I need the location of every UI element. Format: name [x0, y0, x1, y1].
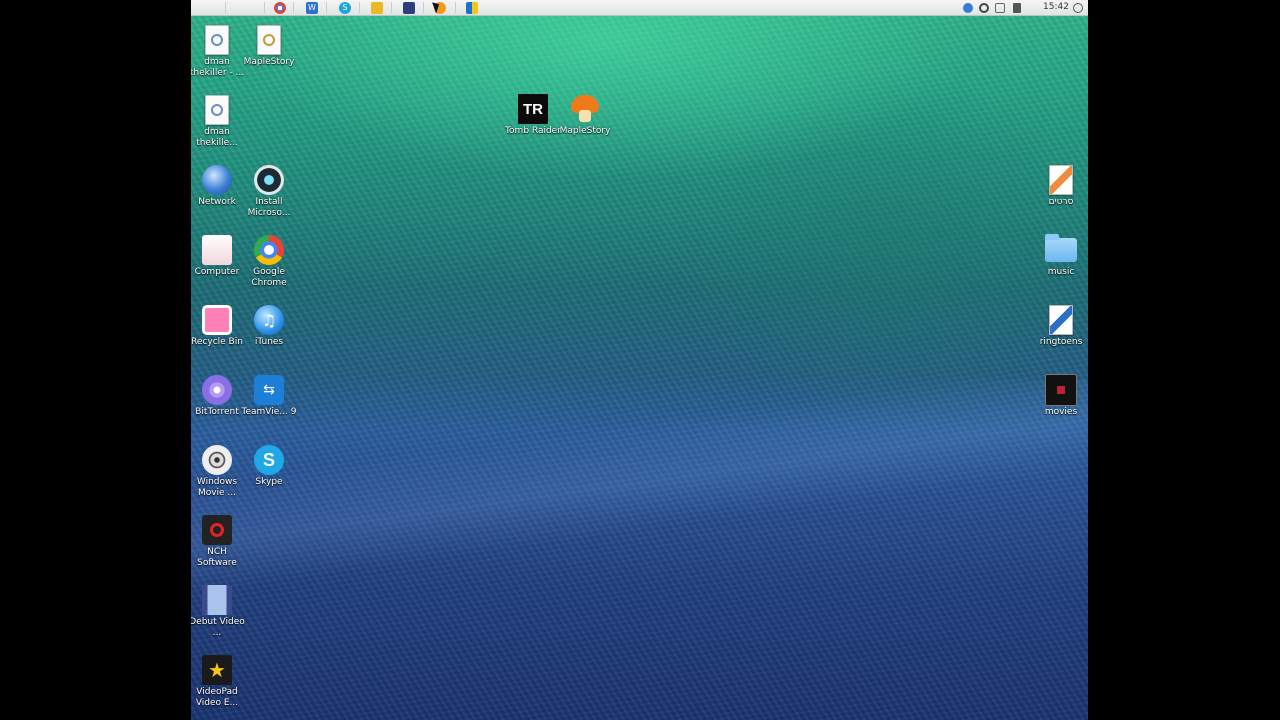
chrome-icon[interactable]	[274, 2, 286, 14]
movie-reel-icon	[202, 445, 232, 475]
desktop-icon[interactable]: Install Microso...	[239, 164, 299, 218]
volume-icon[interactable]	[1013, 3, 1021, 13]
windows-logo-icon[interactable]	[466, 2, 478, 14]
desktop-icon[interactable]: Debut Video ...	[191, 584, 247, 638]
desktop-icon[interactable]: MapleStory	[239, 24, 299, 68]
install-icon	[254, 165, 284, 195]
desktop-icon[interactable]: MapleStory	[555, 93, 615, 137]
menubar-divider	[293, 2, 294, 14]
folder-icon	[1045, 234, 1077, 262]
menubar-clock[interactable]: 15:42	[1043, 2, 1069, 12]
desktop-icon[interactable]: S Skype	[239, 444, 299, 488]
power-icon[interactable]	[1073, 3, 1083, 13]
mushroom-icon	[571, 95, 599, 123]
clock-tray-icon[interactable]	[979, 3, 989, 13]
teamviewer-icon: ⇆	[254, 375, 284, 405]
bittorrent-icon	[202, 375, 232, 405]
network-globe-icon	[202, 165, 232, 195]
document-icon	[205, 95, 229, 125]
computer-icon	[202, 235, 232, 265]
save-icon[interactable]	[403, 2, 415, 14]
desktop-screen: W S 15:42 dman thekiller - ... MapleStor…	[191, 0, 1088, 720]
film-icon	[202, 585, 232, 615]
desktop-icon[interactable]: dman thekille...	[191, 94, 247, 148]
desktop-icon[interactable]: סרטים	[1031, 164, 1088, 208]
folder-doc-icon	[1049, 305, 1073, 335]
menubar-divider	[423, 2, 424, 14]
folder-icon[interactable]	[371, 2, 383, 14]
nch-icon	[202, 515, 232, 545]
document-icon	[205, 25, 229, 55]
star-clapper-icon: ★	[202, 655, 232, 685]
menubar-divider	[391, 2, 392, 14]
menubar-divider	[264, 2, 265, 14]
tomb-raider-icon: TR	[518, 94, 548, 124]
network-tray-icon[interactable]	[995, 3, 1005, 13]
info-icon[interactable]	[963, 3, 973, 13]
skype-icon: S	[254, 445, 284, 475]
desktop-icon[interactable]: ♫ iTunes	[239, 304, 299, 348]
desktop-icon[interactable]: movies	[1031, 374, 1088, 418]
menubar-divider	[326, 2, 327, 14]
recycle-bin-icon	[202, 305, 232, 335]
desktop-icon[interactable]: Google Chrome	[239, 234, 299, 288]
desktop-icon[interactable]: music	[1031, 234, 1088, 278]
top-menu-bar: W S 15:42	[191, 0, 1088, 16]
menubar-divider	[359, 2, 360, 14]
desktop-icon[interactable]: ⇆ TeamVie... 9	[239, 374, 299, 418]
document-icon	[257, 25, 281, 55]
skype-icon[interactable]: S	[339, 2, 351, 14]
desktop-icon[interactable]: NCH Software	[191, 514, 247, 568]
desktop-icon[interactable]: TR Tomb Raider	[503, 93, 563, 137]
desktop-icon[interactable]: ringtoens	[1031, 304, 1088, 348]
desktop-icon[interactable]: ★ VideoPad Video E...	[191, 654, 247, 708]
wallpaper-wave	[191, 380, 1088, 600]
word-icon[interactable]: W	[306, 2, 318, 14]
video-icon	[1045, 374, 1077, 406]
itunes-icon: ♫	[254, 305, 284, 335]
folder-doc-icon	[1049, 165, 1073, 195]
menubar-divider	[455, 2, 456, 14]
menubar-divider	[225, 2, 226, 14]
chrome-icon	[254, 235, 284, 265]
